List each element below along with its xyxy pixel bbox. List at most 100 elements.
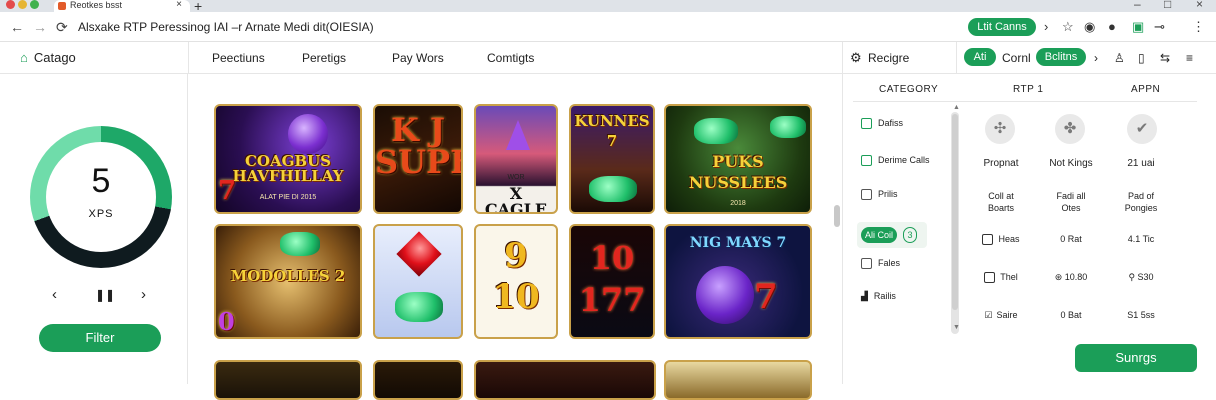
purple-orb-icon <box>696 266 754 324</box>
header-divider <box>853 101 1197 102</box>
rtp-header[interactable]: RTP 1 <box>1013 84 1043 95</box>
tab-close-icon[interactable]: × <box>176 0 182 10</box>
account-icon[interactable]: ● <box>1108 19 1116 34</box>
nav-link-properties[interactable]: Peretigs <box>302 51 346 65</box>
game-tile[interactable] <box>214 360 362 400</box>
tile-title: KUNNES 7 <box>574 112 650 150</box>
buttons-pill-button[interactable]: Bclitns <box>1036 48 1086 66</box>
star-icon[interactable]: ☆ <box>1062 19 1074 35</box>
close-window-dot[interactable] <box>6 0 15 9</box>
filter-label[interactable]: Cornl <box>1002 51 1031 65</box>
scrollbar-thumb[interactable] <box>952 114 958 310</box>
address-bar[interactable]: Alsxake RTP Peressinog IAI –r Arnate Med… <box>78 17 958 37</box>
game-tile[interactable]: MODOLLES 2 0 <box>214 224 362 339</box>
toggle-icon[interactable]: ⊸ <box>1154 19 1165 35</box>
bookmark-icon[interactable]: ▯ <box>1138 51 1145 65</box>
green-gem-icon <box>395 292 443 322</box>
previous-icon[interactable]: ‹ <box>52 286 57 303</box>
reload-icon[interactable]: ⟳ <box>56 19 68 36</box>
maximize-window-dot[interactable] <box>30 0 39 9</box>
forward-arrow-icon[interactable]: → <box>33 19 47 35</box>
category-item[interactable]: Prilis <box>861 189 898 201</box>
window-close-icon[interactable]: × <box>1196 0 1203 11</box>
settings-button[interactable]: Sunrgs <box>1075 344 1197 372</box>
chevron-right-icon[interactable]: › <box>1044 19 1048 34</box>
nav-link-projections[interactable]: Peectiuns <box>212 51 265 65</box>
list-games-button[interactable]: Ltit Canns <box>968 18 1036 36</box>
row-checkbox[interactable] <box>982 234 994 246</box>
pause-icon[interactable]: ❚❚ <box>95 288 115 302</box>
hamburger-menu-icon[interactable]: ≡ <box>1186 51 1193 65</box>
tile-subtitle: 2018 <box>730 200 746 207</box>
green-gem-icon <box>770 116 806 138</box>
game-tile[interactable] <box>373 360 463 400</box>
active-category[interactable]: Ali Coil 3 <box>857 222 927 248</box>
tile-title: 10 177 <box>578 239 646 319</box>
category-header: CATEGORY <box>879 84 939 95</box>
menu-icon[interactable]: ⋮ <box>1192 19 1205 35</box>
xps-meter: 5 XPS <box>30 126 172 268</box>
active-category-pill[interactable]: Ali Coil <box>861 227 897 243</box>
row3-col1[interactable]: Heas <box>961 233 1041 246</box>
category-item[interactable]: Fales <box>861 258 901 270</box>
category-item[interactable]: Derime Calls <box>861 155 930 167</box>
game-tile[interactable]: 9 10 <box>474 224 558 339</box>
game-tile[interactable]: PUKS NUSSLEES 2018 <box>664 104 812 214</box>
game-tile[interactable]: 10 177 <box>569 224 655 339</box>
category-scrollbar[interactable] <box>951 112 959 334</box>
minimize-window-dot[interactable] <box>18 0 27 9</box>
row4-col1[interactable]: Thel <box>961 271 1041 284</box>
share-icon[interactable]: ⇆ <box>1160 51 1170 65</box>
meter-center: 5 XPS <box>46 142 156 252</box>
app-logo[interactable]: ⌂ Catago <box>20 50 76 65</box>
game-tile[interactable]: WOR X CAGLE <box>474 104 558 214</box>
category-label: Fales <box>878 258 901 268</box>
row1-col2: Not Kings <box>1049 158 1093 169</box>
coin-icon: ⊛ <box>1054 272 1065 282</box>
chevron-right-icon[interactable]: › <box>1094 51 1098 65</box>
game-grid: COAGBUS HAVFHILLAY ALAT PIE DI 2015 7 K … <box>188 74 842 400</box>
tile-title: K J SUPER <box>375 111 461 181</box>
category-item[interactable]: ▟ Railis <box>861 291 896 302</box>
game-tile[interactable] <box>664 360 812 400</box>
game-tile[interactable] <box>373 224 463 339</box>
game-tile[interactable]: K J SUPER <box>373 104 463 214</box>
filter-button[interactable]: Filter <box>39 324 161 352</box>
game-tile[interactable]: COAGBUS HAVFHILLAY ALAT PIE DI 2015 7 <box>214 104 362 214</box>
recigre-label[interactable]: Recigre <box>868 51 909 65</box>
settings-gear-icon[interactable]: ⚙ <box>850 50 862 66</box>
game-tile[interactable]: NIG MAYS 7 7 <box>664 224 812 339</box>
divider <box>188 42 189 74</box>
next-icon[interactable]: › <box>141 286 146 303</box>
scroll-up-icon[interactable]: ▲ <box>953 104 960 111</box>
tile-title: NIG MAYS 7 <box>689 235 787 251</box>
tile-title: 9 10 <box>492 236 540 317</box>
extension-icon[interactable]: ◉ <box>1084 19 1095 35</box>
row5-col1[interactable]: ☑ Saire <box>961 309 1041 321</box>
all-pill-button[interactable]: Ati <box>964 48 996 66</box>
nav-link-pay-ways[interactable]: Pay Wors <box>392 51 444 65</box>
game-tile[interactable]: KUNNES 7 <box>569 104 655 214</box>
divider <box>956 42 957 74</box>
row2-col2: Fadi all Otes <box>1056 191 1086 213</box>
browser-tab[interactable]: Reotkes bsst × <box>54 0 190 12</box>
edit-icon[interactable]: ☑ <box>984 310 992 320</box>
window-minimize-icon[interactable]: – <box>1134 0 1141 11</box>
checkbox[interactable] <box>861 118 872 130</box>
checkbox[interactable] <box>861 189 872 201</box>
grid-scrollbar[interactable] <box>834 205 840 227</box>
row-checkbox[interactable] <box>984 272 996 284</box>
back-arrow-icon[interactable]: ← <box>10 19 24 35</box>
browser-toolbar: ← → ⟳ Alsxake RTP Peressinog IAI –r Arna… <box>0 12 1216 42</box>
scroll-down-icon[interactable]: ▼ <box>953 324 960 331</box>
row-value: 10.80 <box>1064 272 1088 282</box>
window-restore-icon[interactable]: □ <box>1164 0 1171 11</box>
game-tile[interactable] <box>474 360 656 400</box>
checkbox[interactable] <box>861 155 872 167</box>
nav-link-contacts[interactable]: Comtigts <box>487 51 534 65</box>
checkbox[interactable] <box>861 258 872 270</box>
appn-header[interactable]: APPN <box>1131 84 1160 95</box>
lock-icon[interactable]: ▣ <box>1132 19 1144 35</box>
category-item[interactable]: Dafiss <box>861 118 903 130</box>
user-icon[interactable]: ♙ <box>1114 51 1125 65</box>
